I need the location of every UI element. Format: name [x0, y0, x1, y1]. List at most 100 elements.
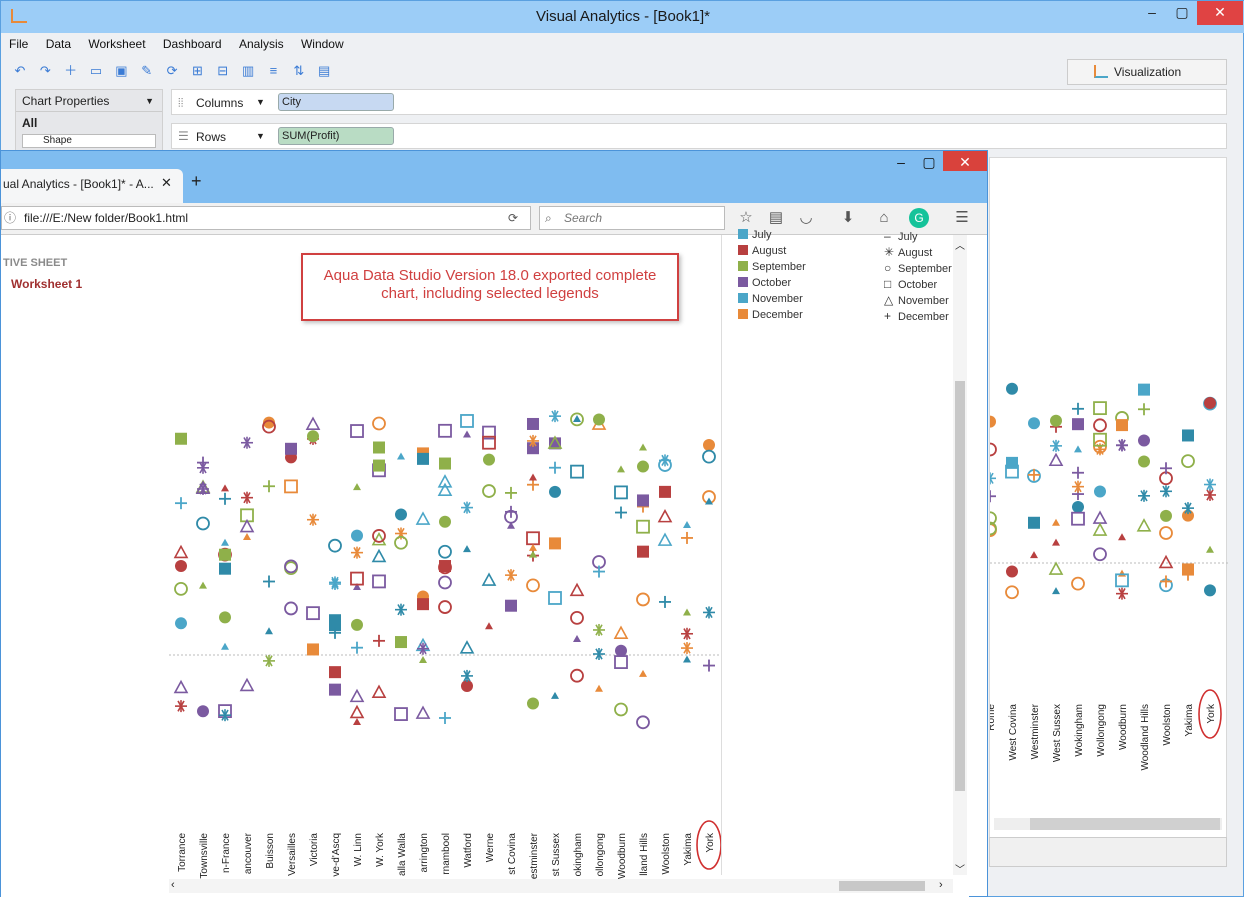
url-field[interactable]: ⓘ file:///E:/New folder/Book1.html ⟳: [1, 206, 531, 230]
info-icon: ⓘ: [4, 211, 17, 225]
vertical-scrollbar[interactable]: ︿ ﹀: [953, 235, 967, 876]
chart-mark: [329, 577, 341, 590]
menu-dashboard[interactable]: Dashboard: [163, 37, 222, 51]
close-button[interactable]: ✕: [1197, 1, 1243, 25]
chevron-down-icon[interactable]: ▼: [256, 97, 265, 107]
legend-shape-item[interactable]: ○ September: [884, 261, 952, 275]
tab-visualization[interactable]: Visualization: [1067, 59, 1227, 85]
minimize-button[interactable]: –: [1137, 1, 1167, 25]
legend-shape-item[interactable]: □ October: [884, 277, 937, 291]
chart-mark: [636, 715, 650, 730]
chart-mark: [657, 508, 673, 523]
new-icon[interactable]: ＋: [62, 62, 80, 80]
scroll-down-icon[interactable]: ﹀: [955, 861, 965, 876]
chart-properties-header[interactable]: Chart Properties ▼: [16, 90, 162, 112]
vertical-scroll-thumb[interactable]: [955, 381, 965, 791]
chart-mark: [1116, 439, 1128, 452]
legend-shape-item[interactable]: ✳ August: [884, 245, 932, 259]
add-chart-icon[interactable]: ⊞: [188, 62, 206, 80]
legend-shape-item[interactable]: + December: [884, 309, 949, 323]
menu-data[interactable]: Data: [46, 37, 71, 51]
rows-shelf[interactable]: ☰ Rows ▼ SUM(Profit): [171, 123, 1227, 149]
chart-mark: [351, 641, 363, 654]
chart-mark: [329, 666, 341, 679]
browser-minimize-button[interactable]: –: [887, 151, 915, 175]
menu-worksheet[interactable]: Worksheet: [88, 37, 145, 51]
legend-shape-item[interactable]: △ November: [884, 293, 949, 307]
reload-icon[interactable]: ⟳: [508, 207, 518, 229]
add-table-icon[interactable]: ⊟: [214, 62, 232, 80]
marks-all-label[interactable]: All: [16, 112, 162, 134]
legend-color-item[interactable]: December: [738, 309, 803, 321]
chevron-down-icon[interactable]: ▼: [256, 131, 265, 141]
chart-mark: [463, 545, 471, 553]
home-icon[interactable]: ⌂: [873, 207, 895, 229]
menu-hamburger-icon[interactable]: ☰: [951, 207, 973, 229]
bookmark-star-icon[interactable]: ☆: [735, 207, 757, 229]
legend-color-item[interactable]: November: [738, 293, 803, 305]
scroll-left-icon[interactable]: ‹: [171, 879, 175, 891]
legend-shape-item[interactable]: – July: [884, 229, 918, 243]
chart-mark: [505, 599, 517, 612]
chart-mark: [617, 465, 625, 473]
browser-tab[interactable]: ual Analytics - [Book1]* - A...: [1, 169, 183, 203]
chart-mark: [306, 606, 320, 621]
save-icon[interactable]: ▣: [112, 62, 130, 80]
search-input[interactable]: ⌕ Search: [539, 206, 725, 230]
close-tab-icon[interactable]: ✕: [161, 175, 172, 191]
horizontal-scrollbar[interactable]: ‹ ›: [169, 879, 953, 893]
redo-icon[interactable]: ↷: [36, 62, 54, 80]
chart-wizard-icon[interactable]: ✎: [138, 62, 156, 80]
legend-color-item[interactable]: August: [738, 245, 786, 257]
legend-swatch: [738, 229, 748, 239]
horizontal-scroll-thumb[interactable]: [839, 881, 925, 891]
maximize-button[interactable]: ▢: [1167, 1, 1197, 25]
undo-icon[interactable]: ↶: [11, 62, 29, 80]
pocket-icon[interactable]: ◡: [795, 207, 817, 229]
menu-analysis[interactable]: Analysis: [239, 37, 284, 51]
chart-mark: [1092, 522, 1108, 536]
chart-mark: [527, 697, 539, 710]
columns-pill-city[interactable]: City: [278, 93, 394, 111]
chart-mark: [702, 449, 716, 464]
chart-mark: [1204, 396, 1216, 409]
sort-icon[interactable]: ≡: [264, 62, 282, 80]
chart-mark: [438, 423, 452, 438]
chart-mark: [439, 711, 451, 724]
chart-mark: [637, 545, 649, 558]
rows-pill-profit[interactable]: SUM(Profit): [278, 127, 394, 145]
scroll-up-icon[interactable]: ︿: [955, 237, 965, 252]
chart-mark: [221, 484, 229, 492]
chart-mark: [485, 622, 493, 630]
legend-color-item[interactable]: July: [738, 229, 772, 241]
chart-mark: [221, 538, 229, 546]
chart-mark: [1160, 509, 1172, 522]
browser-maximize-button[interactable]: ▢: [915, 151, 943, 175]
bar-chart-icon[interactable]: ▥: [239, 62, 257, 80]
back-h-scrollbar[interactable]: [994, 818, 1222, 830]
open-folder-icon[interactable]: ▭: [87, 62, 105, 80]
legend-color-item[interactable]: September: [738, 261, 806, 273]
browser-title-bar: – ▢ ✕ ual Analytics - [Book1]* - A... ✕ …: [1, 151, 987, 203]
legend-color-item[interactable]: October: [738, 277, 791, 289]
menu-window[interactable]: Window: [301, 37, 344, 51]
menu-file[interactable]: File: [9, 37, 28, 51]
scroll-right-icon[interactable]: ›: [939, 879, 943, 891]
chart-mark: [983, 442, 997, 457]
x-tick-label: alla Walla: [397, 833, 408, 876]
browser-close-button[interactable]: ✕: [943, 151, 987, 171]
sort-asc-icon[interactable]: ⇅: [290, 62, 308, 80]
download-icon[interactable]: ⬇: [837, 207, 859, 229]
reader-view-icon[interactable]: ▤: [765, 207, 787, 229]
chart-mark: [483, 453, 495, 466]
new-tab-icon[interactable]: +: [191, 171, 202, 192]
x-tick-label: rnambool: [441, 833, 452, 875]
grammarly-icon[interactable]: G: [909, 208, 929, 228]
chevron-down-icon: ▼: [145, 96, 154, 106]
chart-mark: [549, 485, 561, 498]
filter-icon[interactable]: ▤: [315, 62, 333, 80]
marks-type-select[interactable]: Shape: [22, 134, 156, 148]
chart-mark: [527, 417, 539, 430]
columns-shelf[interactable]: ⦙⦙ Columns ▼ City: [171, 89, 1227, 115]
refresh-icon[interactable]: ⟳: [163, 62, 181, 80]
